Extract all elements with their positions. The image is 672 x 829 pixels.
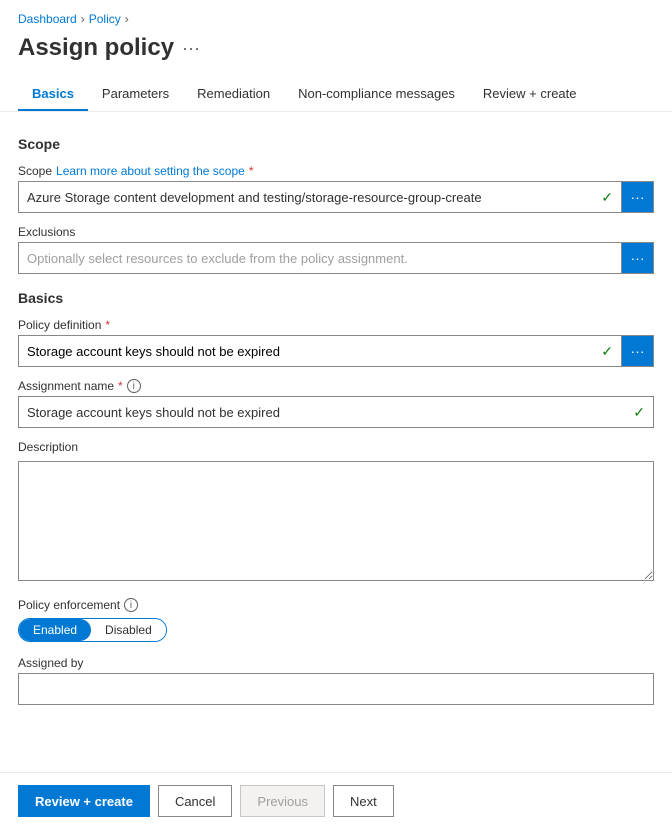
toggle-enabled[interactable]: Enabled	[19, 619, 91, 641]
tab-review-create[interactable]: Review + create	[469, 78, 591, 111]
description-label: Description	[18, 440, 654, 454]
assignment-name-label-text: Assignment name	[18, 379, 114, 393]
cancel-button[interactable]: Cancel	[158, 785, 232, 817]
policy-def-label-text: Policy definition	[18, 318, 101, 332]
exclusions-input[interactable]	[18, 242, 622, 274]
assignment-name-label: Assignment name * i	[18, 379, 654, 393]
next-button[interactable]: Next	[333, 785, 394, 817]
assignment-name-check-icon: ✓	[625, 404, 653, 421]
scope-learn-more-link[interactable]: Learn more about setting the scope	[56, 164, 245, 178]
scope-input-row: ✓ ···	[18, 181, 654, 213]
policy-def-browse-button[interactable]: ···	[622, 335, 654, 367]
description-label-text: Description	[18, 440, 78, 454]
exclusions-browse-button[interactable]: ···	[622, 242, 654, 274]
policy-def-required: *	[105, 318, 110, 332]
policy-def-row: ✓ ···	[18, 335, 654, 367]
tab-bar: Basics Parameters Remediation Non-compli…	[0, 78, 672, 112]
assignment-name-field[interactable]: ✓	[18, 396, 654, 428]
policy-def-input-container[interactable]: ✓	[18, 335, 622, 367]
breadcrumb-sep-1: ›	[81, 12, 85, 26]
breadcrumb: Dashboard › Policy ›	[0, 0, 672, 30]
main-content: Scope Scope Learn more about setting the…	[0, 112, 672, 772]
policy-enforcement-label: Policy enforcement i	[18, 598, 654, 612]
policy-enforcement-label-text: Policy enforcement	[18, 598, 120, 612]
policy-enforcement-info-icon[interactable]: i	[124, 598, 138, 612]
assigned-by-label: Assigned by	[18, 656, 654, 670]
review-create-button[interactable]: Review + create	[18, 785, 150, 817]
scope-section: Scope Scope Learn more about setting the…	[18, 136, 654, 274]
page-title: Assign policy	[18, 34, 174, 62]
assignment-name-info-icon[interactable]: i	[127, 379, 141, 393]
breadcrumb-sep-2: ›	[125, 12, 129, 26]
footer: Review + create Cancel Previous Next	[0, 772, 672, 829]
breadcrumb-policy[interactable]: Policy	[89, 12, 121, 26]
scope-browse-button[interactable]: ···	[622, 181, 654, 213]
more-options-icon[interactable]: ···	[182, 38, 200, 59]
basics-section: Basics Policy definition * ✓ ··· Assignm…	[18, 290, 654, 705]
exclusions-input-row: ···	[18, 242, 654, 274]
previous-button: Previous	[240, 785, 325, 817]
description-textarea[interactable]	[18, 461, 654, 581]
scope-section-title: Scope	[18, 136, 654, 152]
scope-text-input[interactable]	[19, 185, 593, 210]
scope-check-icon: ✓	[593, 189, 621, 206]
policy-def-input[interactable]	[19, 344, 593, 359]
assigned-by-input[interactable]	[18, 673, 654, 705]
scope-label-text: Scope	[18, 164, 52, 178]
policy-enforcement-toggle[interactable]: Enabled Disabled	[18, 618, 167, 642]
basics-section-title: Basics	[18, 290, 654, 306]
page-title-row: Assign policy ···	[0, 30, 672, 78]
policy-def-check-icon: ✓	[593, 343, 621, 360]
exclusions-field-label: Exclusions	[18, 225, 654, 239]
scope-input-field[interactable]: ✓	[18, 181, 622, 213]
scope-field-label: Scope Learn more about setting the scope…	[18, 164, 654, 178]
assignment-name-required: *	[118, 379, 123, 393]
scope-required-indicator: *	[249, 164, 254, 178]
exclusions-label-text: Exclusions	[18, 225, 75, 239]
tab-basics[interactable]: Basics	[18, 78, 88, 111]
assigned-by-label-text: Assigned by	[18, 656, 83, 670]
tab-non-compliance[interactable]: Non-compliance messages	[284, 78, 469, 111]
policy-def-label: Policy definition *	[18, 318, 654, 332]
tab-remediation[interactable]: Remediation	[183, 78, 284, 111]
assignment-name-input[interactable]	[19, 400, 625, 425]
tab-parameters[interactable]: Parameters	[88, 78, 183, 111]
toggle-disabled[interactable]: Disabled	[91, 619, 166, 641]
breadcrumb-dashboard[interactable]: Dashboard	[18, 12, 77, 26]
